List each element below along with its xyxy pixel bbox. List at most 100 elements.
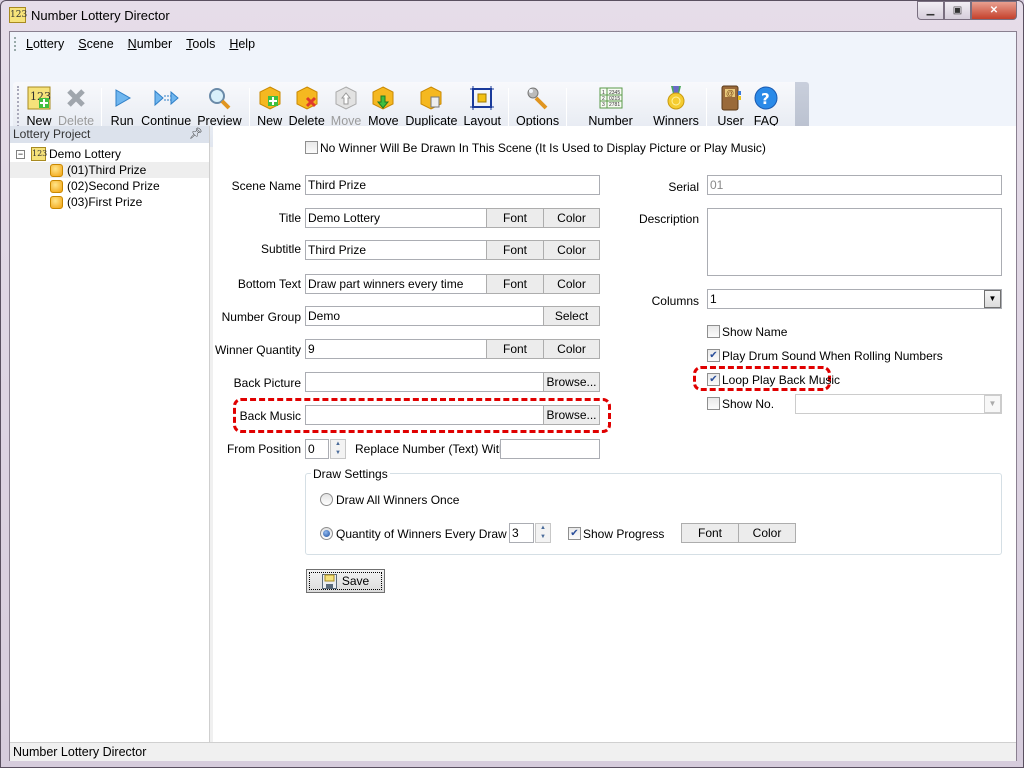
loop-music-checkbox[interactable]: [707, 373, 720, 386]
drum-sound-label: Play Drum Sound When Rolling Numbers: [722, 349, 943, 363]
draw-settings-title: Draw Settings: [311, 467, 390, 481]
collapse-icon[interactable]: −: [16, 149, 25, 159]
help-icon: ?: [753, 85, 779, 111]
number-group-input[interactable]: Demo: [305, 306, 544, 326]
toolbar-strip: 123 New Delete Run Continue Preview New …: [10, 56, 1016, 147]
tree-item-third-prize[interactable]: (01)Third Prize: [10, 162, 209, 178]
per-draw-quantity-input[interactable]: 3: [509, 523, 534, 543]
scene-cube-icon: [50, 195, 63, 209]
from-position-spinner[interactable]: ▲ ▼: [330, 439, 346, 459]
draw-settings-group: [305, 473, 1002, 555]
bottom-text-color-button[interactable]: Color: [543, 274, 600, 294]
per-draw-label: Quantity of Winners Every Draw: [336, 527, 507, 541]
app-window: 123 Number Lottery Director ▁ ▣ ✕ Lotter…: [0, 0, 1024, 768]
maximize-button[interactable]: ▣: [944, 1, 971, 20]
delete-scene-icon: [294, 85, 320, 111]
new-lottery-icon: 123: [26, 85, 52, 111]
back-picture-browse-button[interactable]: Browse...: [543, 372, 600, 392]
tree-item-first-prize[interactable]: (03)First Prize: [10, 194, 209, 210]
no-winner-checkbox[interactable]: [305, 141, 318, 154]
menu-tools[interactable]: Tools: [186, 37, 215, 51]
winner-quantity-font-button[interactable]: Font: [486, 339, 544, 359]
client-area: Lottery Scene Number Tools Help 123 New …: [9, 31, 1017, 761]
menu-number[interactable]: Number: [128, 37, 172, 51]
progress-font-button[interactable]: Font: [681, 523, 739, 543]
bottom-text-font-button[interactable]: Font: [486, 274, 544, 294]
show-no-checkbox[interactable]: [707, 397, 720, 410]
serial-input[interactable]: 01: [707, 175, 1002, 195]
project-tree: − 123 Demo Lottery (01)Third Prize (02)S…: [10, 143, 209, 210]
draw-all-once-radio[interactable]: [320, 493, 333, 506]
back-music-browse-button[interactable]: Browse...: [543, 405, 600, 425]
tree-root-demo-lottery[interactable]: − 123 Demo Lottery: [10, 146, 209, 162]
description-textarea[interactable]: [707, 208, 1002, 276]
menu-scene[interactable]: Scene: [78, 37, 113, 51]
scene-name-input[interactable]: Third Prize: [305, 175, 600, 195]
magnifier-icon: [206, 85, 232, 111]
per-draw-radio[interactable]: [320, 527, 333, 540]
show-name-checkbox[interactable]: [707, 325, 720, 338]
minimize-icon: ▁: [926, 5, 935, 16]
back-picture-input[interactable]: [305, 372, 544, 392]
continue-icon: [153, 85, 179, 111]
menu-lottery[interactable]: Lottery: [26, 37, 64, 51]
menu-help[interactable]: Help: [229, 37, 255, 51]
subtitle-color-button[interactable]: Color: [543, 240, 600, 260]
show-no-dropdown-arrow-icon[interactable]: ▼: [984, 395, 1001, 413]
back-music-input[interactable]: [305, 405, 544, 425]
subtitle-input[interactable]: Third Prize: [305, 240, 487, 260]
progress-color-button[interactable]: Color: [738, 523, 796, 543]
drum-sound-checkbox[interactable]: [707, 349, 720, 362]
svg-text:@: @: [726, 89, 734, 98]
columns-label: Columns: [651, 294, 699, 308]
show-progress-label: Show Progress: [583, 527, 665, 541]
columns-select[interactable]: 1: [707, 289, 1002, 309]
pin-icon[interactable]: 📌︎: [189, 126, 203, 143]
status-bar: Number Lottery Director: [10, 742, 1016, 761]
replace-number-label: Replace Number (Text) With: [355, 442, 506, 456]
draw-all-once-label: Draw All Winners Once: [336, 493, 460, 507]
minimize-button[interactable]: ▁: [917, 1, 944, 20]
status-text: Number Lottery Director: [13, 745, 147, 759]
panel-header: Lottery Project 📌︎: [10, 126, 209, 143]
winner-quantity-color-button[interactable]: Color: [543, 339, 600, 359]
svg-text:?: ?: [761, 90, 770, 108]
show-progress-checkbox[interactable]: [568, 527, 581, 540]
winner-quantity-input[interactable]: 9: [305, 339, 487, 359]
back-music-label: Back Music: [239, 409, 301, 423]
title-font-button[interactable]: Font: [486, 208, 544, 228]
per-draw-quantity-spinner[interactable]: ▲ ▼: [535, 523, 551, 543]
scene-cube-icon: [50, 163, 63, 177]
title-input[interactable]: Demo Lottery: [305, 208, 487, 228]
menu-grip[interactable]: [14, 37, 16, 51]
scene-cube-icon: [50, 179, 63, 193]
loop-music-label: Loop Play Back Music: [722, 373, 841, 387]
wrench-icon: [525, 85, 551, 111]
number-group-select-button[interactable]: Select: [543, 306, 600, 326]
close-button[interactable]: ✕: [971, 1, 1017, 20]
title-color-button[interactable]: Color: [543, 208, 600, 228]
bottom-text-label: Bottom Text: [237, 277, 301, 291]
book-icon: @: [718, 85, 744, 111]
tree-item-second-prize[interactable]: (02)Second Prize: [10, 178, 209, 194]
number-table-icon: 1 2345 2 0215 3 2781: [598, 85, 624, 111]
from-position-input[interactable]: 0: [305, 439, 329, 459]
svg-text:3: 3: [602, 102, 605, 108]
play-icon: [109, 85, 135, 111]
save-button[interactable]: Save: [306, 569, 385, 593]
close-icon: ✕: [989, 5, 999, 16]
replace-number-input[interactable]: [500, 439, 600, 459]
menu-bar: Lottery Scene Number Tools Help: [10, 32, 1016, 56]
scene-editor: No Winner Will Be Drawn In This Scene (I…: [213, 126, 1016, 742]
show-no-select[interactable]: [795, 394, 1002, 414]
show-name-label: Show Name: [722, 325, 788, 339]
show-no-label: Show No.: [722, 397, 775, 411]
layout-icon: [469, 85, 495, 111]
maximize-icon: ▣: [952, 5, 963, 16]
bottom-text-input[interactable]: Draw part winners every time: [305, 274, 487, 294]
scene-name-label: Scene Name: [231, 179, 301, 193]
winner-quantity-label: Winner Quantity: [214, 343, 301, 357]
columns-dropdown-arrow-icon[interactable]: ▼: [984, 290, 1001, 308]
subtitle-font-button[interactable]: Font: [486, 240, 544, 260]
new-scene-icon: [257, 85, 283, 111]
